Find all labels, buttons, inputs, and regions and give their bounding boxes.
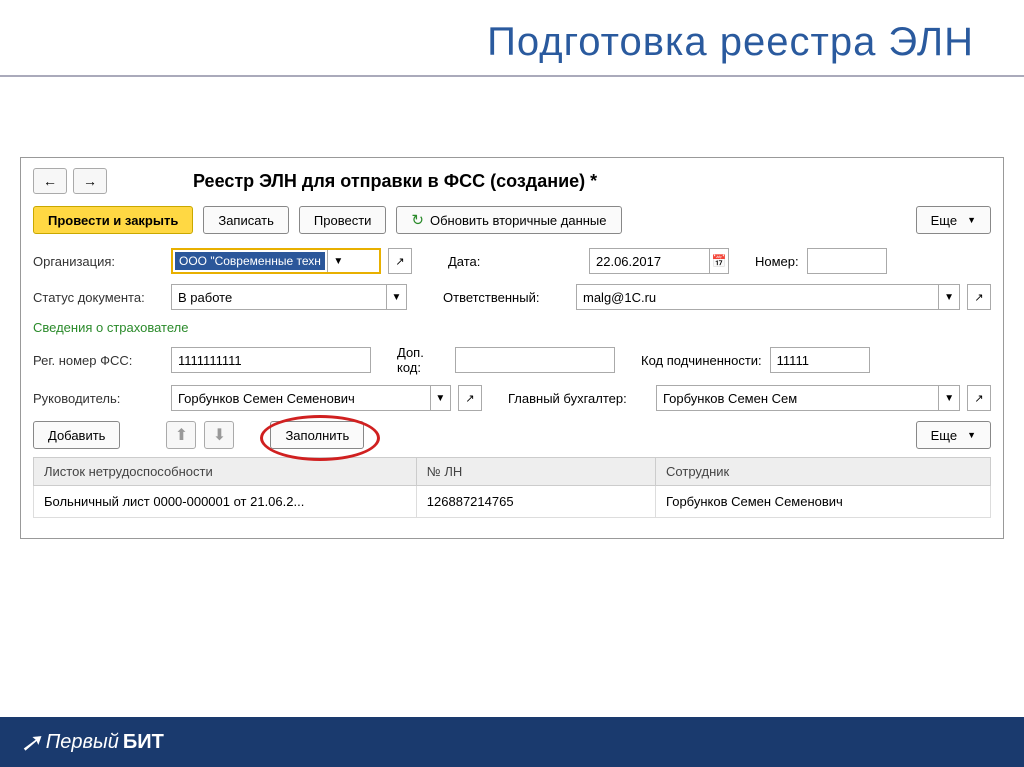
records-table: Листок нетрудоспособности № ЛН Сотрудник… bbox=[33, 457, 991, 518]
fill-button[interactable]: Заполнить bbox=[270, 421, 364, 449]
col-header[interactable]: Листок нетрудоспособности bbox=[34, 458, 417, 486]
move-up-button[interactable]: ⬆ bbox=[166, 421, 196, 449]
back-button[interactable]: ← bbox=[33, 168, 67, 194]
dropdown-icon[interactable]: ▼ bbox=[430, 386, 450, 410]
list-more-button[interactable]: Еще▼ bbox=[916, 421, 991, 449]
open-icon[interactable]: ↗ bbox=[967, 284, 991, 310]
subcode-field[interactable] bbox=[770, 347, 870, 373]
date-field[interactable]: 📅 bbox=[589, 248, 729, 274]
regnum-field[interactable] bbox=[171, 347, 371, 373]
dopcode-field[interactable] bbox=[455, 347, 615, 373]
dopcode-label: Доп. код: bbox=[397, 345, 447, 375]
calendar-icon[interactable]: 📅 bbox=[709, 249, 728, 273]
col-header[interactable]: № ЛН bbox=[416, 458, 655, 486]
chevron-down-icon: ▼ bbox=[967, 215, 976, 225]
window-title: Реестр ЭЛН для отправки в ФСС (создание)… bbox=[193, 171, 597, 192]
divider bbox=[0, 75, 1024, 77]
chevron-down-icon: ▼ bbox=[967, 430, 976, 440]
org-label: Организация: bbox=[33, 254, 163, 269]
refresh-button[interactable]: ↻ Обновить вторичные данные bbox=[396, 206, 621, 234]
footer: ➚ ПервыйБИТ bbox=[0, 717, 1024, 767]
open-icon[interactable]: ↗ bbox=[388, 248, 412, 274]
open-icon[interactable]: ↗ bbox=[967, 385, 991, 411]
regnum-label: Рег. номер ФСС: bbox=[33, 353, 163, 368]
dropdown-icon[interactable]: ▼ bbox=[386, 285, 406, 309]
status-label: Статус документа: bbox=[33, 290, 163, 305]
accountant-label: Главный бухгалтер: bbox=[508, 391, 648, 406]
table-row[interactable]: Больничный лист 0000-000001 от 21.06.2..… bbox=[34, 486, 991, 518]
add-button[interactable]: Добавить bbox=[33, 421, 120, 449]
resp-field[interactable]: ▼ bbox=[576, 284, 960, 310]
org-field[interactable]: ООО "Современные техн ▼ bbox=[171, 248, 381, 274]
number-label: Номер: bbox=[755, 254, 799, 269]
status-field[interactable]: ▼ bbox=[171, 284, 407, 310]
refresh-icon: ↻ bbox=[411, 211, 424, 229]
resp-label: Ответственный: bbox=[443, 290, 568, 305]
col-header[interactable]: Сотрудник bbox=[656, 458, 991, 486]
move-down-button[interactable]: ⬇ bbox=[204, 421, 234, 449]
more-button[interactable]: Еще▼ bbox=[916, 206, 991, 234]
dropdown-icon[interactable]: ▼ bbox=[327, 250, 349, 272]
slide-title: Подготовка реестра ЭЛН bbox=[0, 0, 1024, 75]
dropdown-icon[interactable]: ▼ bbox=[938, 386, 959, 410]
head-field[interactable]: ▼ bbox=[171, 385, 451, 411]
forward-button[interactable]: → bbox=[73, 168, 107, 194]
save-button[interactable]: Записать bbox=[203, 206, 289, 234]
section-title: Сведения о страхователе bbox=[33, 320, 991, 335]
subcode-label: Код подчиненности: bbox=[641, 353, 762, 368]
accountant-field[interactable]: ▼ bbox=[656, 385, 960, 411]
dropdown-icon[interactable]: ▼ bbox=[938, 285, 959, 309]
number-field[interactable] bbox=[807, 248, 887, 274]
head-label: Руководитель: bbox=[33, 391, 163, 406]
brand-logo: ➚ ПервыйБИТ bbox=[20, 727, 164, 758]
submit-close-button[interactable]: Провести и закрыть bbox=[33, 206, 193, 234]
open-icon[interactable]: ↗ bbox=[458, 385, 482, 411]
app-window: ← → Реестр ЭЛН для отправки в ФСС (созда… bbox=[20, 157, 1004, 539]
date-label: Дата: bbox=[448, 254, 488, 269]
post-button[interactable]: Провести bbox=[299, 206, 387, 234]
arrow-icon: ➚ bbox=[20, 727, 42, 758]
